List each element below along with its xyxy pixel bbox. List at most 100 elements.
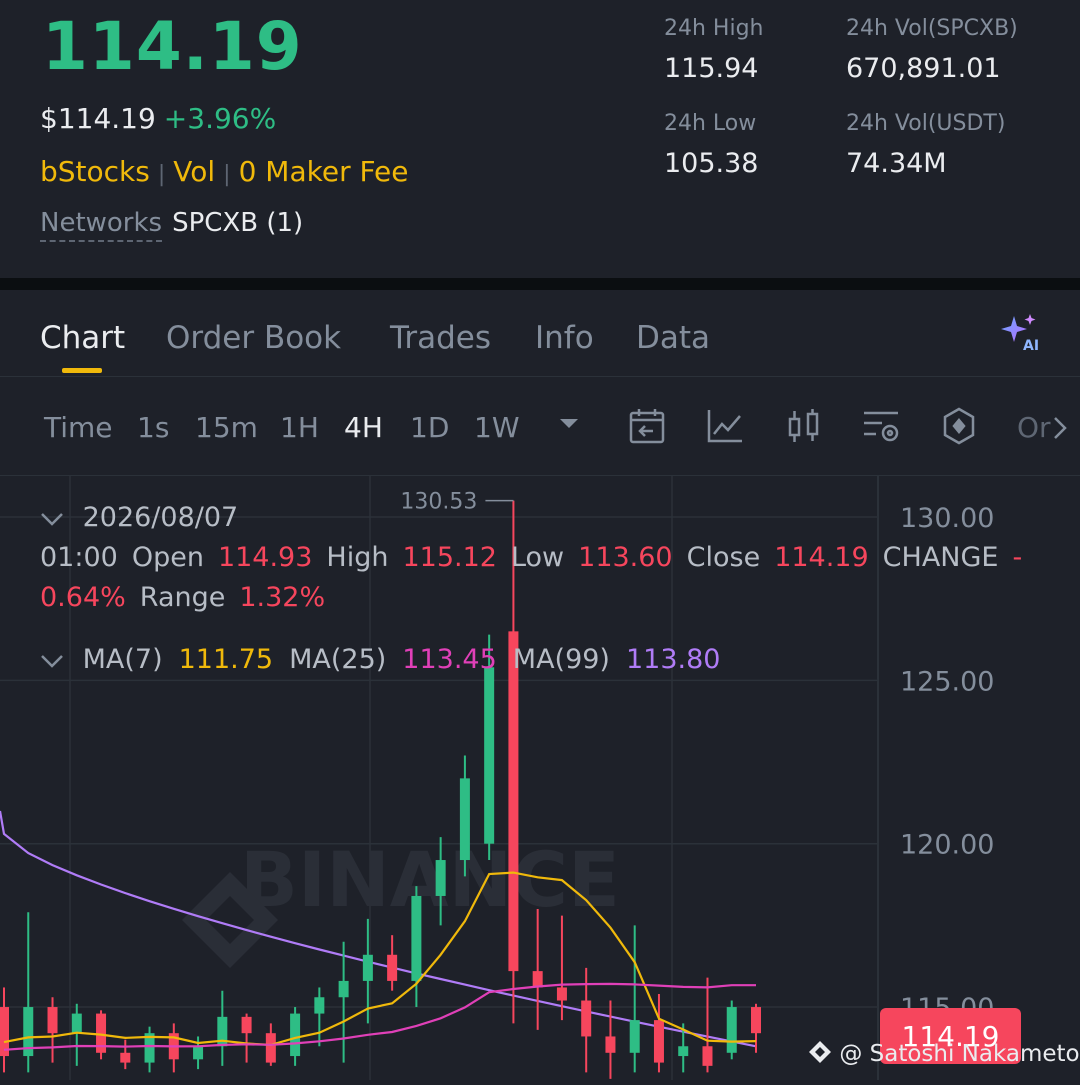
change-label: CHANGE xyxy=(882,542,999,573)
range-label: Range xyxy=(139,582,226,613)
collapse-chevron-icon[interactable] xyxy=(40,502,73,533)
price-axis: 130.00125.00120.00115.00 xyxy=(900,503,994,1024)
author-watermark: @ Satoshi Nakameto xyxy=(808,1040,1080,1067)
ma25-value: 113.45 xyxy=(402,644,497,675)
candle-body xyxy=(435,860,446,896)
ai-sparkle-icon[interactable]: AI xyxy=(998,312,1042,357)
stat-value: 670,891.01 xyxy=(846,53,1001,84)
candle-body xyxy=(241,1016,252,1034)
high-value: 115.12 xyxy=(402,542,497,573)
time-label[interactable]: Time xyxy=(44,411,113,444)
ma25-label: MA(25) xyxy=(289,644,387,675)
range-value: 1.32% xyxy=(239,582,326,613)
ma99-value: 113.80 xyxy=(625,644,721,675)
candle-body xyxy=(71,1013,82,1034)
tab-info[interactable]: Info xyxy=(535,320,594,356)
usd-price-row: $114.19 +3.96% xyxy=(40,102,276,135)
close-label: Close xyxy=(686,542,761,573)
candle-body xyxy=(265,1033,276,1063)
y-tick-label: 130.00 xyxy=(900,503,994,534)
timeframe-4h[interactable]: 4H xyxy=(344,411,383,444)
tag-bstocks[interactable]: bStocks xyxy=(40,155,150,188)
candle-body xyxy=(338,980,349,998)
ticker-header: 114.19 $114.19 +3.96% bStocks | Vol | 0 Maker… xyxy=(0,0,1080,278)
stat-label: 24h High xyxy=(664,16,764,41)
ma7-label: MA(7) xyxy=(82,644,163,675)
tab-bar: Chart Order Book Trades Info Data xyxy=(0,290,1080,377)
stat-24h-low: 24h Low 105.38 xyxy=(664,111,758,179)
candle-body xyxy=(362,954,373,981)
candle-body xyxy=(532,971,543,988)
candle-body xyxy=(387,954,398,981)
networks-label[interactable]: Networks xyxy=(40,208,163,242)
y-tick-label: 125.00 xyxy=(900,666,994,697)
price-chart[interactable]: BINANCE 130.53 130.00125.00120.00115.00 … xyxy=(0,476,1080,1080)
calendar-icon[interactable] xyxy=(628,407,666,450)
stat-label: 24h Low xyxy=(664,111,757,136)
candle-body xyxy=(751,1007,761,1034)
networks-row: Networks SPCXB (1) xyxy=(40,208,303,242)
tab-order-book[interactable]: Order Book xyxy=(166,320,341,356)
chevron-right-icon[interactable] xyxy=(1052,415,1068,446)
timeframe-1d[interactable]: 1D xyxy=(410,411,449,444)
candle-body xyxy=(653,1020,664,1063)
candle-body xyxy=(605,1036,616,1053)
low-label: Low xyxy=(510,542,565,573)
candle-body xyxy=(193,1046,204,1060)
tag-maker-fee[interactable]: 0 Maker Fee xyxy=(239,155,409,188)
ai-label: AI xyxy=(1023,338,1039,352)
stat-value: 105.38 xyxy=(664,148,759,179)
candle-body xyxy=(484,667,495,844)
ohlc-legend: 2026/08/07 01:00 Open 114.93 High 115.12 Low 1… xyxy=(40,498,1022,618)
low-value: 113.60 xyxy=(578,542,673,573)
binance-logo-icon xyxy=(809,1041,831,1063)
candle-body xyxy=(459,778,470,861)
timeframe-15m[interactable]: 15m xyxy=(195,411,258,444)
timeframe-1h[interactable]: 1H xyxy=(280,411,319,444)
candle-body xyxy=(726,1007,737,1053)
candle-body xyxy=(556,987,567,1001)
stat-value: 115.94 xyxy=(664,53,759,84)
collapse-chevron-icon[interactable] xyxy=(40,644,73,675)
tag-row: bStocks | Vol | 0 Maker Fee xyxy=(40,155,409,188)
line-chart-icon[interactable] xyxy=(706,407,744,450)
author-handle: @ Satoshi Nakameto xyxy=(839,1041,1080,1067)
indicator-settings-icon[interactable] xyxy=(862,407,902,450)
tab-data[interactable]: Data xyxy=(636,320,710,356)
candle-body xyxy=(120,1052,131,1063)
ma-legend: MA(7) 111.75 MA(25) 113.45 MA(99) 113.80 xyxy=(40,644,736,675)
open-value: 114.93 xyxy=(217,542,313,573)
candle-body xyxy=(411,895,422,981)
stat-label: 24h Vol(SPCXB) xyxy=(846,16,1018,41)
price-change-percent: +3.96% xyxy=(163,102,277,135)
stat-24h-vol-quote: 24h Vol(USDT) 74.34M xyxy=(846,111,1005,179)
hexagon-tool-icon[interactable] xyxy=(942,407,976,450)
timeframe-1w[interactable]: 1W xyxy=(474,411,520,444)
candle-body xyxy=(629,1020,640,1053)
tag-vol[interactable]: Vol xyxy=(173,155,215,188)
ma25-line xyxy=(3,982,756,1051)
more-tools-label[interactable]: Or xyxy=(1017,411,1051,444)
timeframe-1s[interactable]: 1s xyxy=(137,411,169,444)
ma7-value: 111.75 xyxy=(178,644,274,675)
stat-24h-vol-base: 24h Vol(SPCXB) 670,891.01 xyxy=(846,16,1018,84)
candle-body xyxy=(47,1007,58,1034)
stat-label: 24h Vol(USDT) xyxy=(846,111,1006,136)
candle-body xyxy=(508,631,519,972)
stat-24h-high: 24h High 115.94 xyxy=(664,16,764,84)
candle-body xyxy=(314,997,325,1014)
candle-body xyxy=(581,1000,592,1037)
tab-chart[interactable]: Chart xyxy=(40,320,125,356)
candle-body xyxy=(702,1046,713,1066)
last-price: 114.19 xyxy=(42,8,303,85)
stat-value: 74.34M xyxy=(846,148,947,179)
caret-down-icon[interactable] xyxy=(558,417,580,436)
close-value: 114.19 xyxy=(774,542,869,573)
high-label: High xyxy=(326,542,389,573)
tab-trades[interactable]: Trades xyxy=(390,320,491,356)
candlestick-icon[interactable] xyxy=(786,407,822,450)
ma99-label: MA(99) xyxy=(512,644,610,675)
candle-body xyxy=(678,1046,689,1057)
usd-price: $114.19 xyxy=(40,102,156,135)
ma25-path xyxy=(3,982,756,1051)
